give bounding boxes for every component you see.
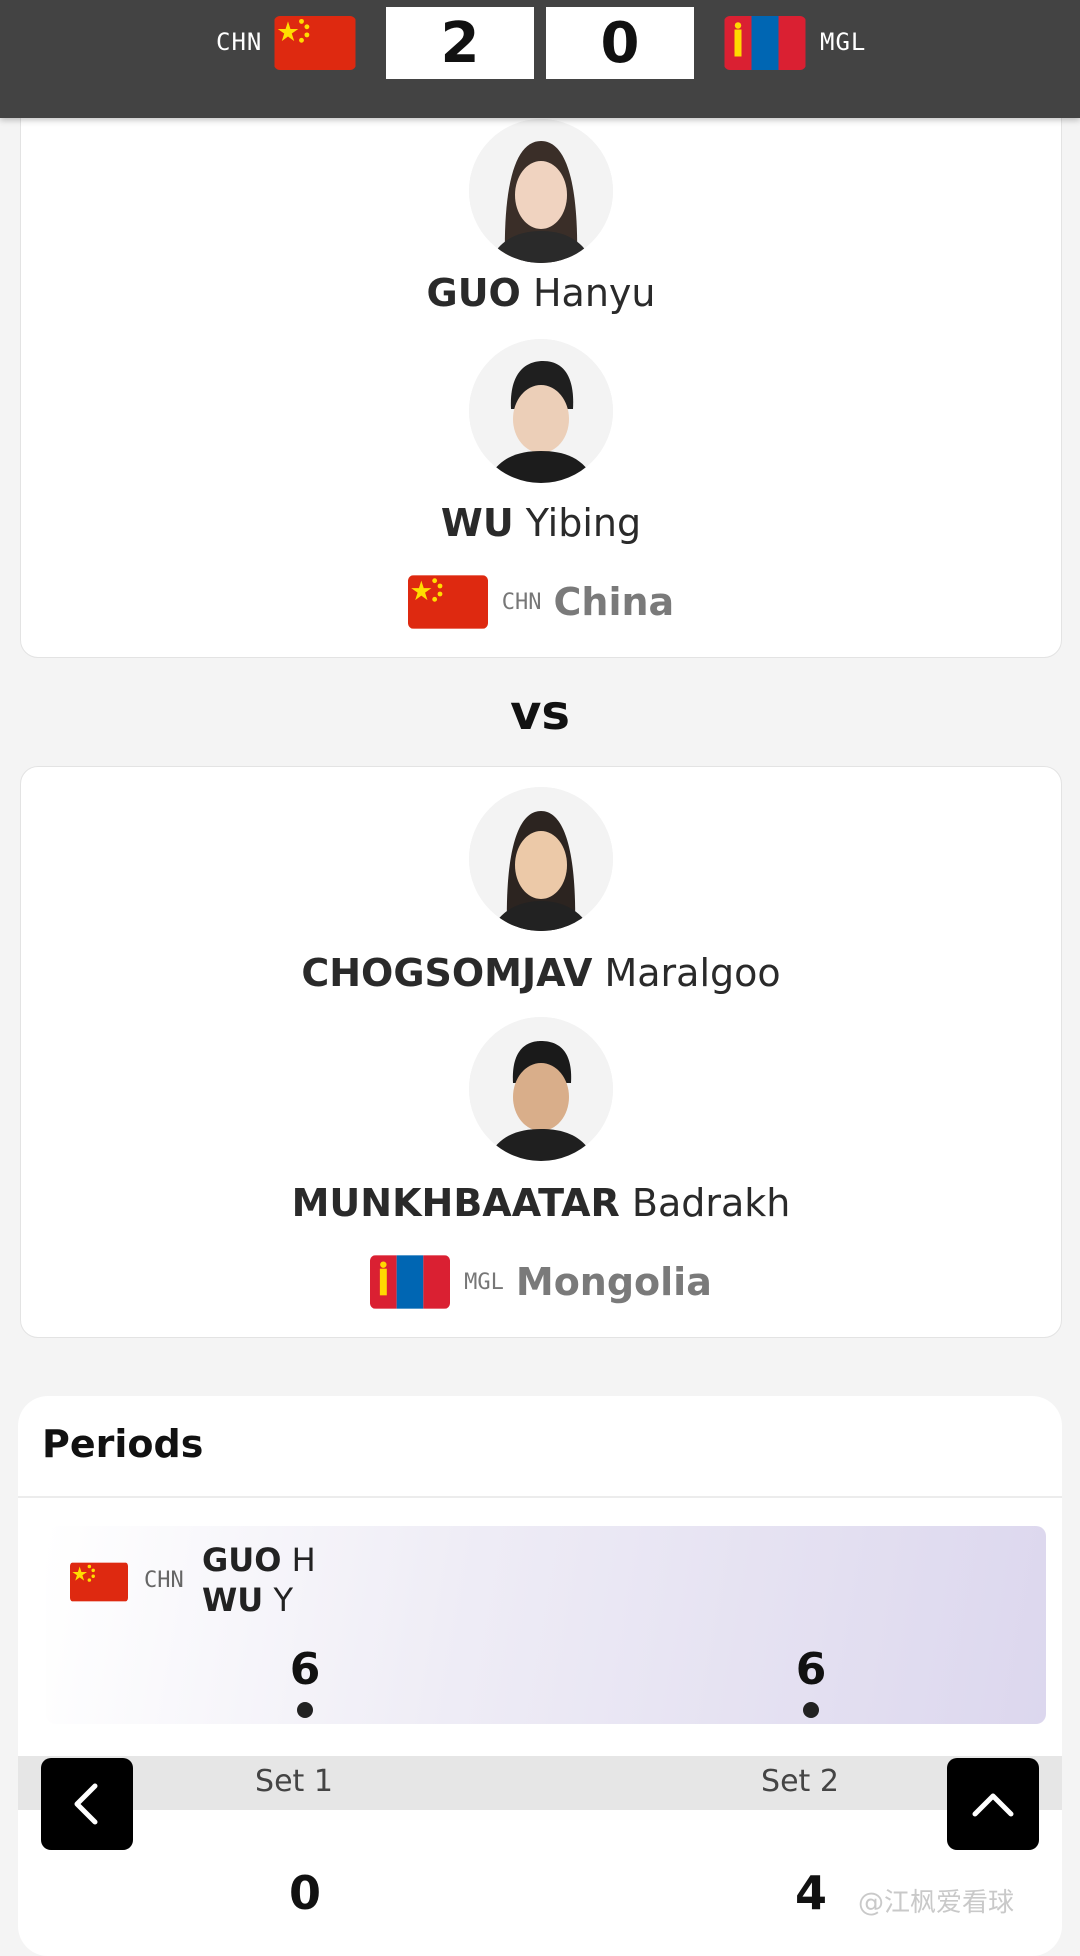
winner-dot bbox=[297, 1702, 313, 1718]
team-code: CHN bbox=[144, 1568, 184, 1593]
periods-title: Periods bbox=[42, 1422, 204, 1466]
opponent-set-1-score: 0 bbox=[288, 1866, 321, 1920]
mongolia-flag-icon bbox=[724, 16, 806, 70]
away-team-code: MGL bbox=[820, 28, 867, 56]
scroll-up-icon bbox=[972, 1793, 1014, 1817]
home-score: 2 bbox=[386, 7, 534, 79]
china-flag-icon bbox=[70, 1562, 128, 1602]
nation-code: MGL bbox=[464, 1269, 504, 1295]
player-name: CHOGSOMJAV Maralgoo bbox=[301, 951, 781, 995]
china-flag-icon bbox=[274, 16, 356, 70]
score-bar: CHN 2 0 MGL bbox=[0, 0, 1080, 118]
avatar bbox=[469, 1017, 613, 1161]
vs-label: vs bbox=[510, 685, 570, 741]
nation-code: CHN bbox=[501, 589, 542, 615]
team-player-names: GUO H WU Y bbox=[202, 1541, 316, 1619]
set-labels-row: Set 1 Set 2 bbox=[18, 1756, 1062, 1810]
home-team-code: CHN bbox=[216, 28, 263, 56]
set-1-score: 6 bbox=[289, 1644, 321, 1695]
player-name: MUNKHBAATAR Badrakh bbox=[291, 1181, 791, 1225]
scroll-to-top-button[interactable] bbox=[947, 1758, 1039, 1850]
china-flag-icon bbox=[407, 575, 488, 629]
player-name: WU Yibing bbox=[440, 501, 642, 545]
divider bbox=[18, 1496, 1062, 1498]
avatar bbox=[469, 339, 613, 483]
mongolia-flag-icon bbox=[370, 1255, 451, 1309]
back-button[interactable] bbox=[41, 1758, 133, 1850]
avatar bbox=[469, 119, 613, 263]
team-a-card: GUO Hanyu WU Yibing CHN China bbox=[20, 82, 1062, 658]
set-1-label: Set 1 bbox=[255, 1764, 333, 1799]
team-b-card: CHOGSOMJAV Maralgoo MUNKHBAATAR Badrakh … bbox=[20, 766, 1062, 1338]
avatar bbox=[469, 787, 613, 931]
back-arrow-icon bbox=[74, 1783, 98, 1825]
periods-panel: Periods CHN GUO H WU Y 6 6 Set 1 Set 2 0… bbox=[18, 1396, 1062, 1956]
opponent-set-2-score: 4 bbox=[794, 1866, 827, 1920]
player-name: GUO Hanyu bbox=[426, 271, 656, 315]
team-b-nation: MGL Mongolia bbox=[21, 1255, 1061, 1309]
team-a-nation: CHN China bbox=[21, 575, 1061, 629]
set-2-score: 6 bbox=[795, 1644, 827, 1695]
nation-name: China bbox=[553, 580, 675, 624]
periods-team-row: CHN GUO H WU Y 6 6 bbox=[46, 1526, 1046, 1724]
nation-name: Mongolia bbox=[515, 1260, 712, 1304]
winner-dot bbox=[803, 1702, 819, 1718]
set-2-label: Set 2 bbox=[761, 1764, 839, 1799]
away-score: 0 bbox=[546, 7, 694, 79]
watermark: @江枫爱看球 bbox=[858, 1888, 1015, 1918]
